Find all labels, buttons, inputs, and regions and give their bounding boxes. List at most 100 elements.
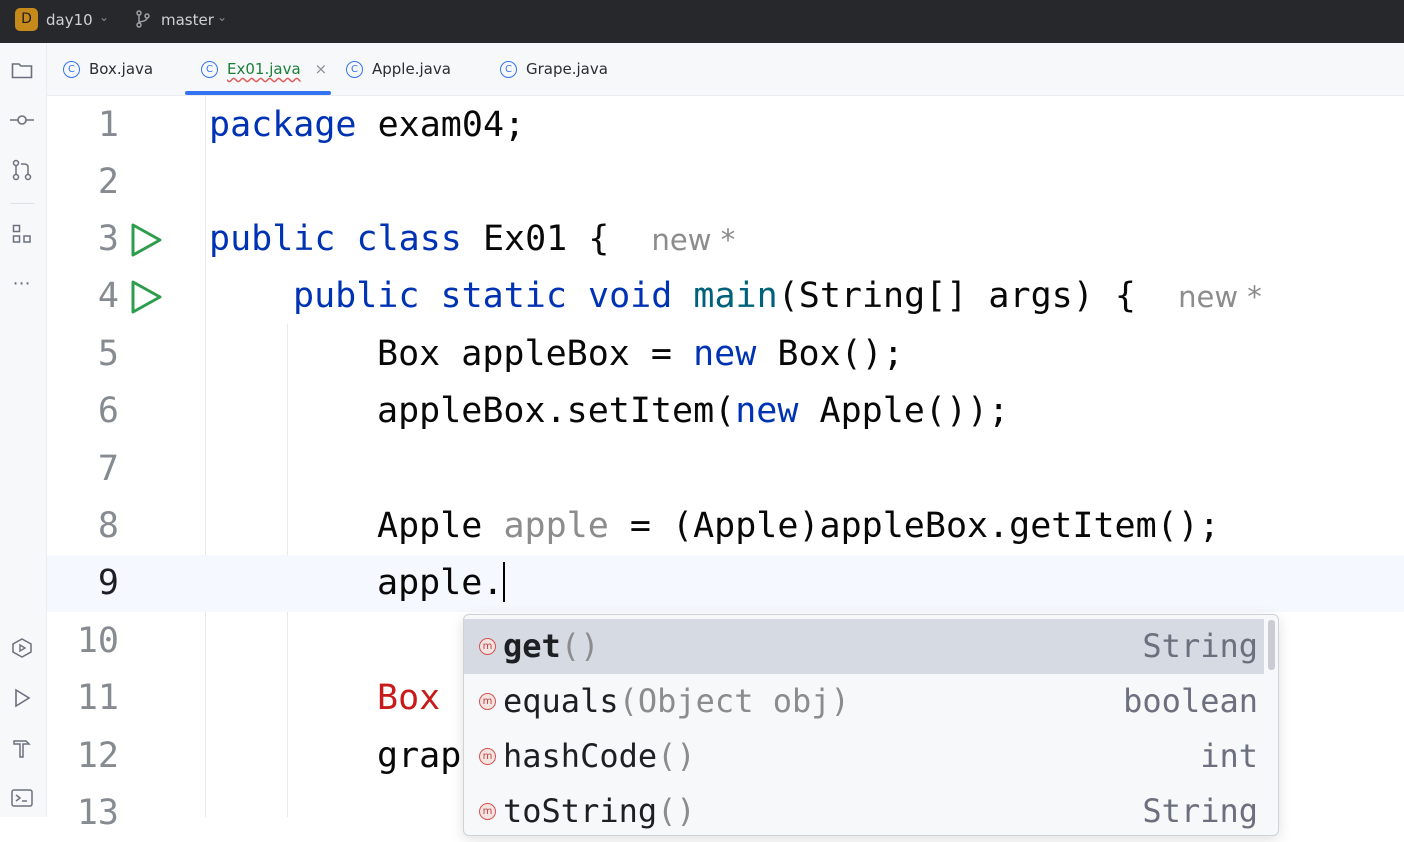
line-number: 13 xyxy=(76,793,119,833)
method-icon: m xyxy=(479,638,496,655)
completion-name: get xyxy=(503,627,561,665)
line-number: 10 xyxy=(76,621,119,661)
keyword: class xyxy=(356,219,462,259)
code-text: Box(); xyxy=(756,334,904,374)
author-hint[interactable]: new * xyxy=(652,223,736,257)
code-text: (String[] args) { xyxy=(777,276,1136,316)
keyword: static xyxy=(440,276,567,316)
project-folder-icon[interactable] xyxy=(9,57,35,83)
run-gutter-icon[interactable] xyxy=(129,279,163,324)
completion-params: () xyxy=(560,627,600,665)
error-text: Box xyxy=(377,678,441,718)
code-line-8[interactable]: 8 Apple apple = (Apple)appleBox.getItem(… xyxy=(47,498,1404,555)
git-branch-icon xyxy=(135,10,151,32)
code-line-7[interactable]: 7 xyxy=(47,441,1404,498)
run-gutter-icon[interactable] xyxy=(129,222,163,267)
code-line-6[interactable]: 6 appleBox.setItem(new Apple()); xyxy=(47,383,1404,440)
class-icon: C xyxy=(346,60,363,78)
editor-tab-bar: C Box.java C Ex01.java × C Apple.java C … xyxy=(47,43,1404,96)
title-bar: D day10 ⌄ master ⌄ xyxy=(0,0,1404,43)
keyword: public xyxy=(293,276,420,316)
code-text: = (Apple)appleBox.getItem(); xyxy=(608,506,1220,546)
code-text: Apple()); xyxy=(798,391,1010,431)
completion-params: (Object obj) xyxy=(618,682,850,720)
code-line-1[interactable]: 1 package exam04; xyxy=(47,97,1404,154)
code-text: Box appleBox = xyxy=(377,334,694,374)
class-icon: C xyxy=(201,60,218,78)
project-badge[interactable]: D xyxy=(15,8,38,31)
line-number: 9 xyxy=(97,563,119,603)
keyword: public xyxy=(209,219,336,259)
line-number: 6 xyxy=(97,391,119,431)
completion-item-tostring[interactable]: m toString() String xyxy=(464,784,1278,835)
commit-icon[interactable] xyxy=(9,107,35,133)
class-icon: C xyxy=(500,60,517,78)
build-hammer-icon[interactable] xyxy=(9,735,35,761)
completion-params: () xyxy=(657,792,696,830)
keyword: new xyxy=(735,391,799,431)
tool-window-strip: ⋯ xyxy=(0,43,47,817)
popup-scrollbar[interactable] xyxy=(1268,620,1275,670)
completion-name: equals xyxy=(503,682,619,720)
method-name: main xyxy=(693,276,778,316)
project-chevron-icon[interactable]: ⌄ xyxy=(99,10,109,24)
close-icon[interactable]: × xyxy=(315,60,328,78)
code-text: Ex01 { xyxy=(461,219,610,259)
tool-divider xyxy=(10,203,34,204)
code-line-4[interactable]: 4 public static void main(String[] args)… xyxy=(47,268,1404,325)
keyword: package xyxy=(209,105,357,145)
line-number: 2 xyxy=(97,162,119,202)
branch-name[interactable]: master xyxy=(161,11,214,29)
code-line-9-current[interactable]: 9 apple. xyxy=(47,555,1404,612)
completion-type: String xyxy=(1142,792,1258,830)
line-number: 5 xyxy=(97,334,119,374)
tab-box-java[interactable]: C Box.java xyxy=(63,43,153,95)
completion-item-hashcode[interactable]: m hashCode() int xyxy=(464,729,1278,784)
structure-icon[interactable] xyxy=(9,221,35,247)
keyword: void xyxy=(588,276,673,316)
more-tools-icon[interactable]: ⋯ xyxy=(9,270,35,296)
terminal-icon[interactable] xyxy=(9,785,35,811)
code-line-5[interactable]: 5 Box appleBox = new Box(); xyxy=(47,326,1404,383)
method-icon: m xyxy=(479,693,496,710)
method-icon: m xyxy=(479,803,496,820)
line-number: 4 xyxy=(97,276,119,316)
completion-type: String xyxy=(1142,627,1258,665)
code-text: grap xyxy=(377,736,462,776)
line-number: 3 xyxy=(97,219,119,259)
services-icon[interactable] xyxy=(9,635,35,661)
method-icon: m xyxy=(479,748,496,765)
code-completion-popup[interactable]: m get() String m equals(Object obj) bool… xyxy=(463,614,1279,836)
unused-variable: apple xyxy=(503,506,609,546)
tab-ex01-java[interactable]: C Ex01.java × xyxy=(201,43,327,95)
completion-item-equals[interactable]: m equals(Object obj) boolean xyxy=(464,674,1278,729)
completion-type: int xyxy=(1200,737,1258,775)
completion-params: () xyxy=(657,737,696,775)
tab-label: Box.java xyxy=(89,60,154,78)
line-number: 8 xyxy=(97,506,119,546)
code-text: exam04; xyxy=(356,105,526,145)
code-text: apple. xyxy=(377,563,504,603)
line-number: 11 xyxy=(76,678,119,718)
code-text: Apple xyxy=(377,506,504,546)
branch-chevron-icon[interactable]: ⌄ xyxy=(217,10,227,24)
code-line-3[interactable]: 3 public class Ex01 { new * xyxy=(47,211,1404,268)
line-number: 7 xyxy=(97,449,119,489)
run-tool-icon[interactable] xyxy=(9,685,35,711)
active-tab-indicator xyxy=(185,91,331,95)
project-name[interactable]: day10 xyxy=(46,11,93,29)
tab-grape-java[interactable]: C Grape.java xyxy=(500,43,608,95)
code-text: appleBox.setItem( xyxy=(377,391,736,431)
completion-type: boolean xyxy=(1123,682,1258,720)
tab-label: Ex01.java xyxy=(227,60,301,78)
code-line-2[interactable]: 2 xyxy=(47,154,1404,211)
completion-item-get[interactable]: m get() String xyxy=(464,619,1264,674)
completion-name: hashCode xyxy=(503,737,658,775)
pull-request-icon[interactable] xyxy=(9,157,35,183)
author-hint[interactable]: new * xyxy=(1178,280,1262,314)
tab-apple-java[interactable]: C Apple.java xyxy=(346,43,451,95)
line-number: 12 xyxy=(76,736,119,776)
completion-name: toString xyxy=(503,792,658,830)
class-icon: C xyxy=(63,60,80,78)
keyword: new xyxy=(693,334,757,374)
